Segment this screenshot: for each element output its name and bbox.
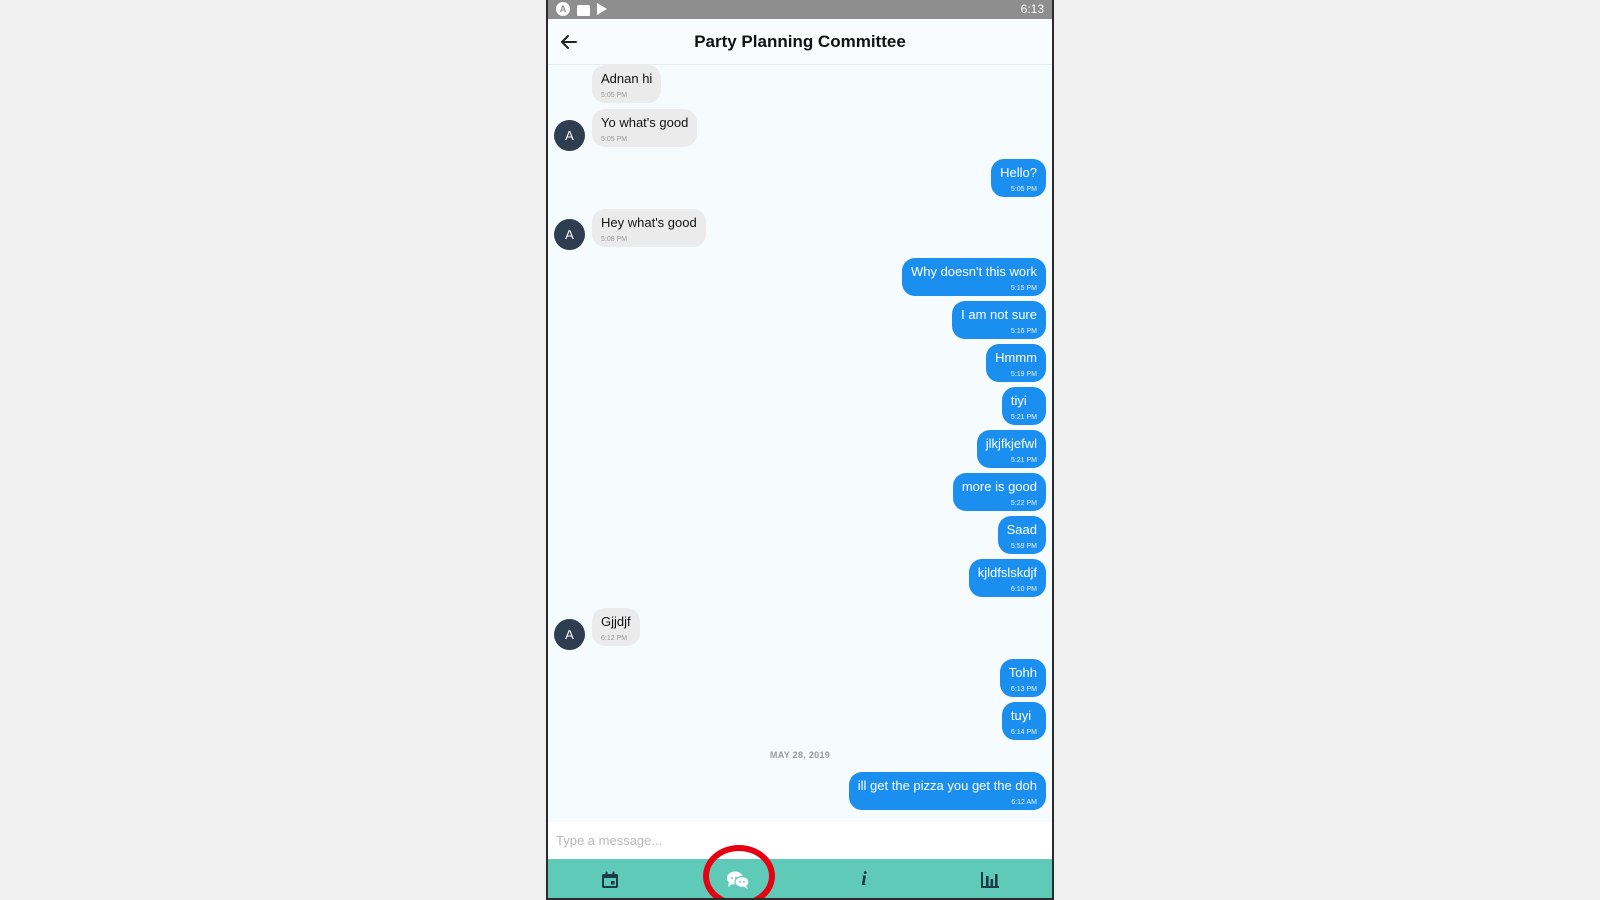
message-bubble[interactable]: kjldfslskdjf 6:10 PM — [968, 559, 1046, 597]
message-bubble[interactable]: Hello? 5:05 PM — [991, 159, 1046, 197]
message-time: 5:22 PM — [1010, 500, 1037, 507]
message-input[interactable] — [548, 822, 1052, 859]
message-text: I am not sure — [961, 307, 1037, 322]
message-text: Tohh — [1008, 665, 1037, 680]
message-text: Yo what's good — [601, 115, 689, 130]
avatar[interactable]: A — [554, 619, 585, 650]
status-bar: A 6:13 — [548, 0, 1052, 19]
message-outgoing: kjldfslskdjf 6:10 PM — [968, 559, 1046, 597]
message-incoming: Gjjdjf 6:12 PM — [592, 608, 640, 646]
message-text: Adnan hi — [601, 71, 653, 86]
message-bubble[interactable]: Gjjdjf 6:12 PM — [592, 608, 640, 646]
info-icon: i — [861, 868, 867, 890]
message-text: ill get the pizza you get the doh — [857, 778, 1037, 793]
message-outgoing: tiyi 5:21 PM — [1001, 387, 1046, 425]
message-time: 5:16 PM — [1010, 328, 1037, 335]
play-store-icon — [597, 3, 607, 15]
message-bubble[interactable]: tuyi 6:14 PM — [1001, 702, 1046, 740]
bar-chart-icon — [981, 871, 999, 888]
tab-info[interactable]: i — [834, 859, 894, 898]
message-bubble[interactable]: Why doesn't this work 5:15 PM — [901, 258, 1046, 296]
phone-screen: A 6:13 Party Planning Committee Adnan hi… — [546, 0, 1054, 900]
message-outgoing: ill get the pizza you get the doh 6:12 A… — [848, 772, 1046, 810]
avatar[interactable]: A — [554, 120, 585, 151]
message-bubble[interactable]: Hey what's good 5:08 PM — [592, 209, 706, 247]
message-outgoing: tuyi 6:14 PM — [1001, 702, 1046, 740]
message-outgoing: Hmmm 5:19 PM — [986, 344, 1046, 382]
message-bubble[interactable]: more is good 5:22 PM — [952, 473, 1046, 511]
app-a-icon: A — [556, 2, 570, 16]
message-bubble[interactable]: ill get the pizza you get the doh 6:12 A… — [848, 772, 1046, 810]
message-bubble[interactable]: Tohh 6:13 PM — [999, 659, 1046, 697]
message-time: 5:19 PM — [1010, 371, 1037, 378]
message-text: jlkjfkjefwl — [985, 436, 1037, 451]
message-outgoing: I am not sure 5:16 PM — [952, 301, 1046, 339]
message-time: 6:12 AM — [1011, 799, 1037, 806]
status-time: 6:13 — [1020, 2, 1044, 16]
message-text: more is good — [961, 479, 1037, 494]
message-incoming: Adnan hi 5:05 PM — [592, 65, 662, 103]
message-time: 6:13 PM — [1010, 686, 1037, 693]
message-time: 5:59 PM — [1010, 543, 1037, 550]
chat-bubbles-icon — [727, 871, 750, 889]
message-time: 5:21 PM — [1010, 414, 1037, 421]
message-time: 5:05 PM — [601, 92, 628, 99]
message-time: 5:21 PM — [1010, 457, 1037, 464]
message-time: 5:08 PM — [601, 236, 628, 243]
message-outgoing: Tohh 6:13 PM — [999, 659, 1046, 697]
message-text: Hey what's good — [601, 215, 697, 230]
message-text: tiyi — [1010, 393, 1027, 408]
folder-icon — [577, 4, 590, 16]
message-bubble[interactable]: Yo what's good 5:05 PM — [592, 109, 698, 147]
message-time: 5:05 PM — [601, 136, 628, 143]
date-separator: MAY 28, 2019 — [769, 750, 831, 760]
message-text: tuyi — [1010, 708, 1032, 723]
message-time: 6:14 PM — [1010, 729, 1037, 736]
message-time: 5:05 PM — [1010, 186, 1037, 193]
message-outgoing: Why doesn't this work 5:15 PM — [901, 258, 1046, 296]
message-bubble[interactable]: I am not sure 5:16 PM — [952, 301, 1046, 339]
message-outgoing: jlkjfkjefwl 5:21 PM — [976, 430, 1046, 468]
message-composer — [548, 822, 1052, 859]
tab-calendar[interactable] — [580, 859, 640, 898]
chat-header: Party Planning Committee — [548, 19, 1052, 65]
message-text: Hmmm — [995, 350, 1037, 365]
tab-stats[interactable] — [960, 859, 1020, 898]
message-text: Saad — [1006, 522, 1037, 537]
message-text: Why doesn't this work — [910, 264, 1037, 279]
message-outgoing: more is good 5:22 PM — [952, 473, 1046, 511]
message-bubble[interactable]: Saad 5:59 PM — [997, 516, 1046, 554]
message-outgoing: Hello? 5:05 PM — [991, 159, 1046, 197]
message-outgoing: Saad 5:59 PM — [997, 516, 1046, 554]
avatar[interactable]: A — [554, 219, 585, 250]
message-incoming: Yo what's good 5:05 PM — [592, 109, 698, 147]
tab-chat[interactable] — [708, 859, 768, 898]
message-bubble[interactable]: jlkjfkjefwl 5:21 PM — [976, 430, 1046, 468]
message-bubble[interactable]: Adnan hi 5:05 PM — [592, 65, 662, 103]
calendar-icon — [602, 871, 618, 888]
bottom-tab-bar: i — [548, 859, 1052, 898]
message-text: Hello? — [1000, 165, 1037, 180]
message-bubble[interactable]: tiyi 5:21 PM — [1001, 387, 1046, 425]
message-text: kjldfslskdjf — [977, 565, 1037, 580]
page-title: Party Planning Committee — [694, 32, 906, 51]
message-time: 5:15 PM — [1010, 285, 1037, 292]
message-time: 6:10 PM — [1010, 586, 1037, 593]
message-text: Gjjdjf — [601, 614, 631, 629]
message-incoming: Hey what's good 5:08 PM — [592, 209, 706, 247]
message-bubble[interactable]: Hmmm 5:19 PM — [986, 344, 1046, 382]
message-time: 6:12 PM — [601, 635, 628, 642]
